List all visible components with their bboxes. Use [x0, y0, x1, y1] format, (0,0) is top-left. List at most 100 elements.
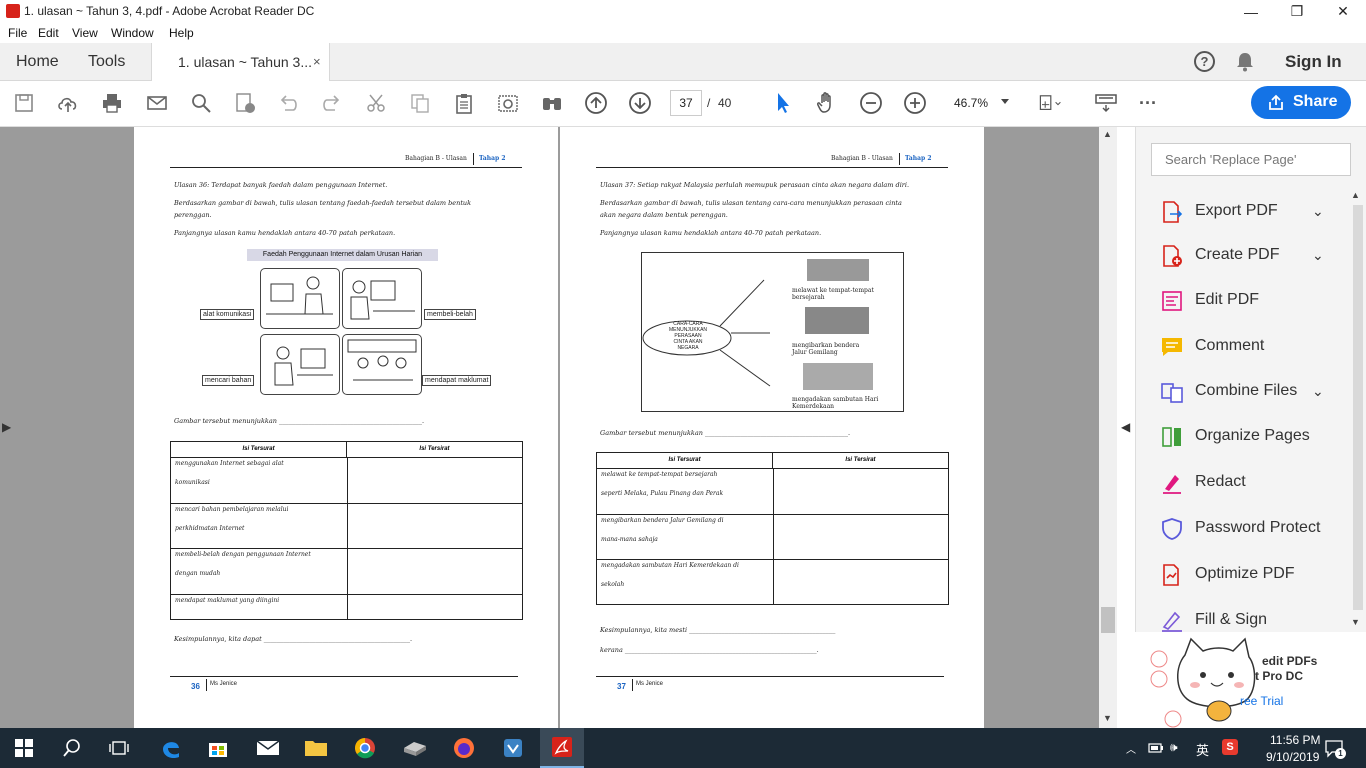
- clock-date[interactable]: 9/10/2019: [1266, 750, 1319, 764]
- taskbar-edge[interactable]: [149, 728, 193, 768]
- volume-icon[interactable]: 🕪: [1170, 740, 1178, 755]
- pdf-page-37: Bahagian B - Ulasan Tahap 2 Ulasan 37: S…: [560, 127, 984, 728]
- tool-optimize-pdf[interactable]: Optimize PDF: [1160, 560, 1340, 594]
- next-page-icon[interactable]: [628, 91, 652, 115]
- find-icon[interactable]: [189, 91, 213, 115]
- minimize-button[interactable]: —: [1228, 0, 1274, 23]
- more-tools-icon[interactable]: ···: [1139, 93, 1157, 114]
- right-panel-collapse-icon[interactable]: ◀: [1121, 420, 1130, 434]
- zoom-out-icon[interactable]: [859, 91, 883, 115]
- start-button[interactable]: [2, 728, 46, 768]
- taskbar-app-printer[interactable]: [393, 728, 437, 768]
- tool-combine-files[interactable]: Combine Files ⌄: [1160, 377, 1340, 411]
- page-number-input[interactable]: 37: [670, 90, 702, 116]
- tool-redact[interactable]: Redact: [1160, 468, 1340, 502]
- maximize-button[interactable]: ❐: [1274, 0, 1320, 23]
- snapshot-icon[interactable]: [496, 91, 520, 115]
- fit-page-icon[interactable]: [1038, 91, 1062, 115]
- menu-view[interactable]: View: [72, 26, 98, 40]
- binoculars-icon[interactable]: [540, 91, 564, 115]
- taskbar-chrome[interactable]: [343, 728, 387, 768]
- p36-illustration-1: [260, 268, 340, 329]
- search-button[interactable]: [50, 728, 94, 768]
- taskbar-app-blue[interactable]: [491, 728, 535, 768]
- email-icon[interactable]: [145, 91, 169, 115]
- taskbar-mail[interactable]: [246, 728, 290, 768]
- comment-icon: [1162, 338, 1182, 356]
- menu-window[interactable]: Window: [111, 26, 154, 40]
- hand-tool-icon[interactable]: [815, 91, 839, 115]
- redo-icon[interactable]: [320, 91, 344, 115]
- tab-home[interactable]: Home: [16, 53, 59, 71]
- left-panel-toggle-icon[interactable]: ▶: [2, 420, 11, 434]
- sign-in-link[interactable]: Sign In: [1285, 52, 1342, 72]
- tool-create-pdf[interactable]: Create PDF ⌄: [1160, 241, 1340, 275]
- tab-document[interactable]: 1. ulasan ~ Tahun 3... ×: [151, 43, 330, 82]
- tray-app-icon[interactable]: S: [1222, 739, 1238, 755]
- pdf-page-36: Bahagian B - Ulasan Tahap 2 Ulasan 36: T…: [134, 127, 558, 728]
- taskbar-acrobat[interactable]: [540, 728, 584, 768]
- close-window-button[interactable]: ✕: [1320, 0, 1366, 23]
- taskbar-store[interactable]: [196, 728, 240, 768]
- panel-scrollbar-thumb[interactable]: [1353, 205, 1363, 610]
- upload-cloud-icon[interactable]: [56, 91, 80, 115]
- copy-icon[interactable]: [408, 91, 432, 115]
- keyboard-tools-icon[interactable]: [1094, 91, 1118, 115]
- menu-edit[interactable]: Edit: [38, 26, 59, 40]
- cut-icon[interactable]: [364, 91, 388, 115]
- folder-icon: [305, 741, 327, 756]
- help-icon[interactable]: ?: [1194, 51, 1215, 72]
- tool-label: Create PDF: [1195, 246, 1280, 263]
- document-scrollbar[interactable]: ▲ ▼: [1099, 127, 1117, 728]
- scrollbar-thumb[interactable]: [1101, 607, 1115, 633]
- tab-bar: Home Tools 1. ulasan ~ Tahun 3... ×: [0, 43, 1366, 82]
- share-button[interactable]: Share: [1251, 86, 1351, 119]
- p37-gambar-line: Gambar tersebut menunjukkan ____________…: [600, 429, 851, 437]
- paste-icon[interactable]: [452, 91, 476, 115]
- tool-export-pdf[interactable]: Export PDF ⌄: [1160, 197, 1340, 231]
- taskbar-firefox[interactable]: [442, 728, 486, 768]
- window-title: 1. ulasan ~ Tahun 3, 4.pdf - Adobe Acrob…: [24, 4, 315, 18]
- chevron-down-icon[interactable]: ⌄: [1312, 383, 1324, 400]
- chevron-down-icon[interactable]: ⌄: [1312, 203, 1324, 220]
- select-cursor-icon[interactable]: [771, 91, 795, 115]
- p37-branch-3: mengadakan sambutan Hari Kemerdekaan: [792, 396, 879, 410]
- input-language-indicator[interactable]: 英: [1196, 740, 1209, 759]
- zoom-dropdown-icon[interactable]: [1001, 99, 1009, 104]
- read-aloud-icon[interactable]: [233, 91, 257, 115]
- bell-icon[interactable]: [1236, 52, 1254, 72]
- tool-organize-pages[interactable]: Organize Pages: [1160, 422, 1340, 456]
- clock-time[interactable]: 11:56 PM: [1270, 733, 1320, 747]
- scroll-down-icon[interactable]: ▼: [1103, 713, 1112, 723]
- p37-header-tahap: Tahap 2: [905, 155, 932, 162]
- p37-header-section: Bahagian B - Ulasan: [831, 155, 893, 162]
- save-icon[interactable]: [12, 91, 36, 115]
- taskbar-file-explorer[interactable]: [294, 728, 338, 768]
- tab-tools[interactable]: Tools: [88, 53, 125, 71]
- tool-password-protect[interactable]: Password Protect: [1160, 514, 1340, 548]
- search-icon: [63, 739, 80, 757]
- tray-chevron-up-icon[interactable]: ︿: [1126, 741, 1136, 756]
- chevron-down-icon[interactable]: ⌄: [1312, 247, 1324, 264]
- print-icon[interactable]: [100, 91, 124, 115]
- tool-label: Comment: [1195, 337, 1265, 354]
- previous-page-icon[interactable]: [584, 91, 608, 115]
- zoom-level-value: 46.7%: [954, 96, 989, 110]
- tool-label: Redact: [1195, 473, 1246, 490]
- tool-comment[interactable]: Comment: [1160, 332, 1340, 366]
- page-total: 40: [718, 96, 732, 110]
- scroll-up-icon[interactable]: ▲: [1103, 129, 1112, 139]
- panel-scroll-up-icon[interactable]: ▲: [1351, 190, 1360, 200]
- tab-close-icon[interactable]: ×: [313, 54, 321, 69]
- panel-scroll-down-icon[interactable]: ▼: [1351, 617, 1360, 627]
- tools-search-input[interactable]: Search 'Replace Page': [1151, 143, 1351, 176]
- free-trial-link[interactable]: ree Trial: [1240, 694, 1283, 708]
- battery-icon[interactable]: [1148, 741, 1164, 759]
- task-view-button[interactable]: [97, 728, 141, 768]
- menu-file[interactable]: File: [8, 26, 27, 40]
- zoom-in-icon[interactable]: [903, 91, 927, 115]
- tool-edit-pdf[interactable]: Edit PDF: [1160, 286, 1340, 320]
- p37-author: Ms Jenice: [636, 681, 664, 687]
- menu-help[interactable]: Help: [169, 26, 194, 40]
- undo-icon[interactable]: [276, 91, 300, 115]
